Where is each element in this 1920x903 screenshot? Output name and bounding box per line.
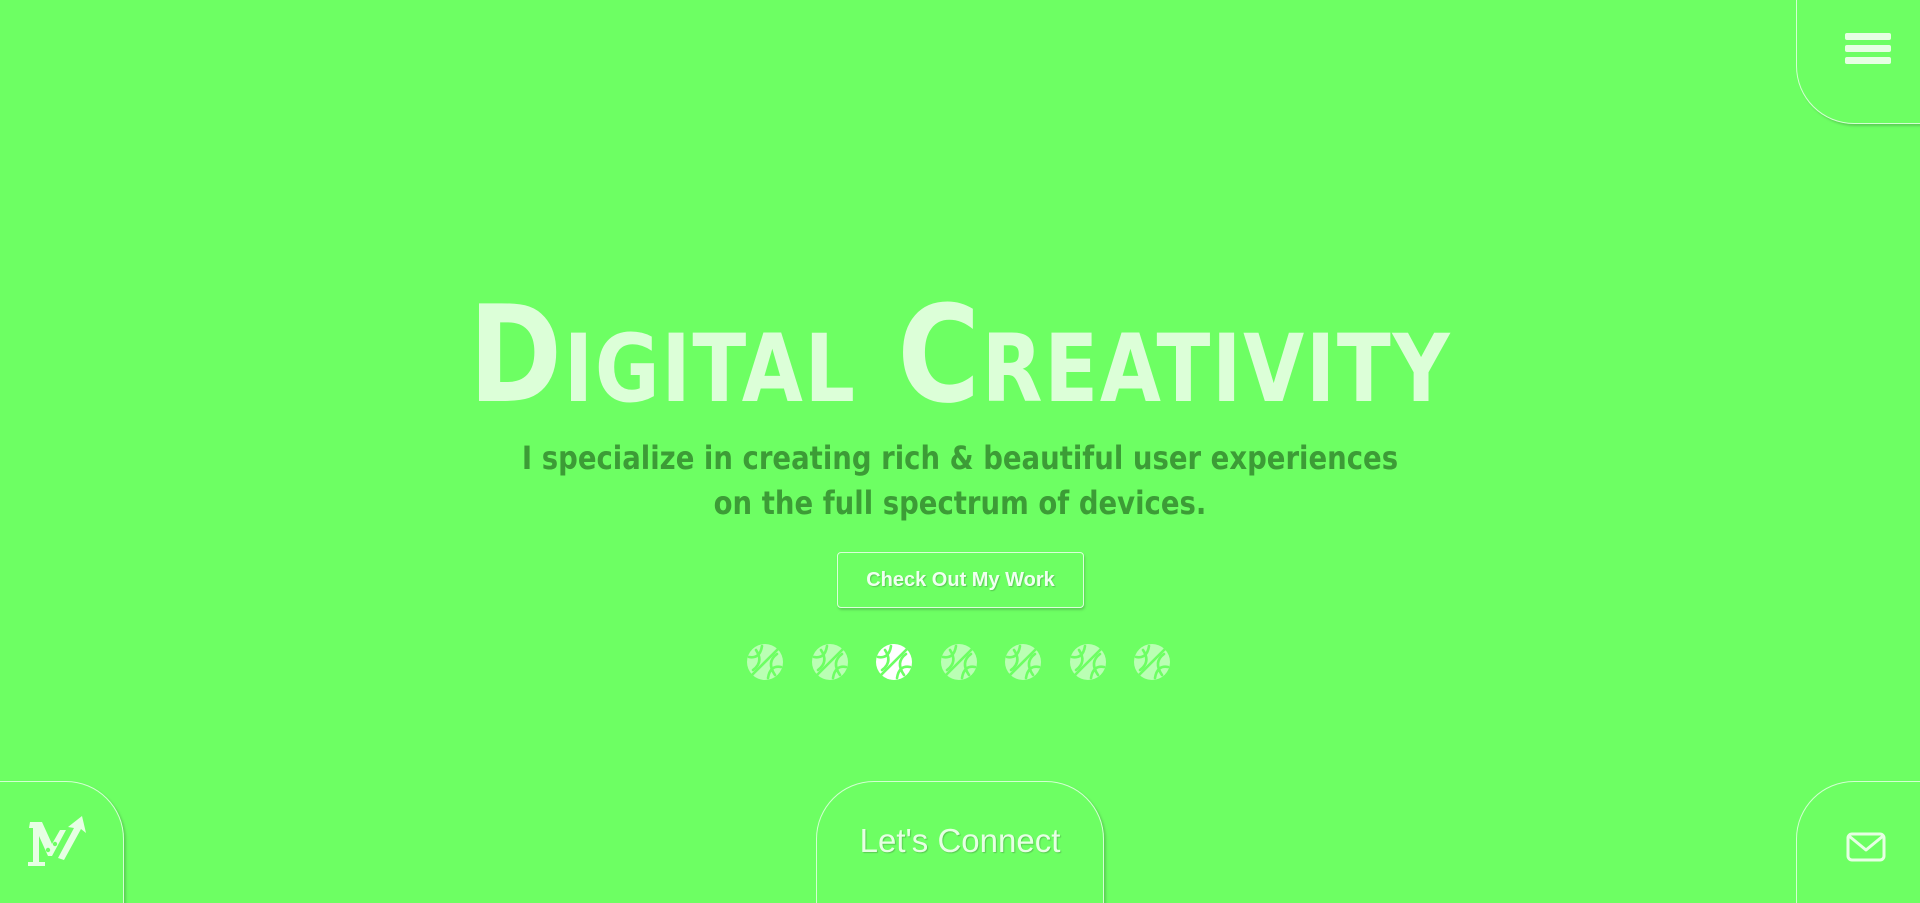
slider-dot-7-basketball-icon[interactable] xyxy=(1133,643,1171,681)
slider-dot-3-basketball-icon[interactable] xyxy=(875,643,913,681)
menu-bar xyxy=(1845,33,1891,40)
slider-dot-1-basketball-icon[interactable] xyxy=(746,643,784,681)
check-out-my-work-button[interactable]: Check Out My Work xyxy=(837,552,1084,608)
slider-dot-5-basketball-icon[interactable] xyxy=(1004,643,1042,681)
slider-dot-4-basketball-icon[interactable] xyxy=(940,643,978,681)
mail-icon[interactable] xyxy=(1846,832,1886,862)
page: Digital Creativity I specialize in creat… xyxy=(0,0,1920,903)
logo-icon[interactable] xyxy=(28,814,90,870)
hero-subtitle-line-1: I specialize in creating rich & beautifu… xyxy=(521,439,1399,477)
menu-icon[interactable] xyxy=(1845,33,1891,75)
slider-dot-2-basketball-icon[interactable] xyxy=(811,643,849,681)
hero-subtitle: I specialize in creating rich & beautifu… xyxy=(134,436,1785,526)
menu-bar xyxy=(1845,45,1891,52)
lets-connect-label: Let's Connect xyxy=(859,822,1061,859)
slider-dot-6-basketball-icon[interactable] xyxy=(1069,643,1107,681)
hero-title: Digital Creativity xyxy=(468,277,1452,433)
hero-subtitle-line-2: on the full spectrum of devices. xyxy=(713,484,1207,522)
menu-bar xyxy=(1845,57,1891,64)
lets-connect-tab[interactable]: Let's Connect xyxy=(816,781,1104,903)
